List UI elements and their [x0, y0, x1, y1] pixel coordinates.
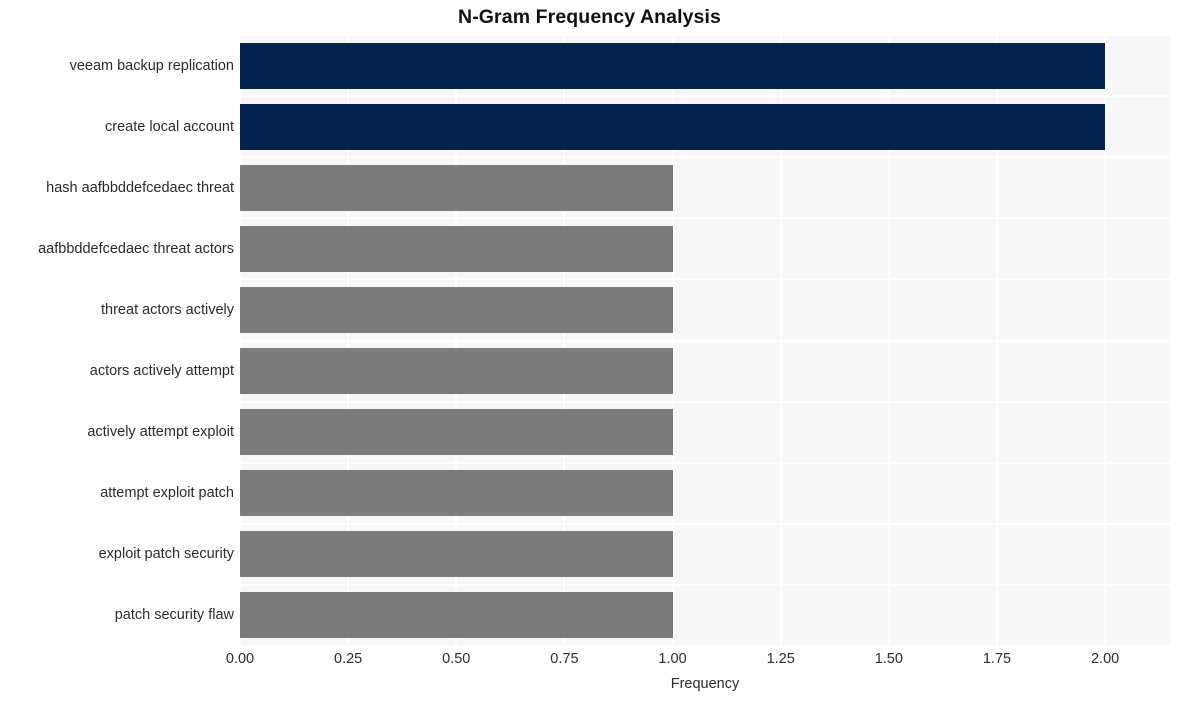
y-tick-label: exploit patch security: [98, 546, 234, 563]
x-axis-tick-labels: 0.00 0.25 0.50 0.75 1.00 1.25 1.50 1.75 2.00: [226, 651, 1170, 672]
y-tick-label: veeam backup replication: [69, 57, 234, 74]
plot-area: [239, 34, 1170, 647]
x-tick-label: 1.75: [982, 651, 1012, 667]
y-tick-label: actively attempt exploit: [87, 424, 234, 441]
x-tick-label: 0.75: [550, 651, 579, 667]
y-tick-label: hash aafbbddefcedaec threat: [46, 179, 234, 196]
bar: [240, 348, 673, 395]
bar: [240, 592, 673, 639]
bar: [240, 470, 673, 517]
bar: [240, 531, 673, 578]
bar: [240, 164, 673, 211]
y-tick-label: attempt exploit patch: [100, 485, 234, 502]
y-tick-label: threat actors actively: [101, 301, 234, 318]
x-axis-title: Frequency: [670, 676, 740, 692]
y-tick-label: actors actively attempt: [89, 363, 234, 380]
y-tick-label: aafbbddefcedaec threat actors: [38, 240, 234, 257]
bar: [240, 42, 1106, 89]
x-tick-label: 2.00: [1090, 651, 1120, 667]
x-tick-label: 1.00: [658, 651, 687, 667]
bar: [240, 409, 673, 456]
x-tick-label: 0.00: [225, 651, 255, 667]
chart-title: N-Gram Frequency Analysis: [458, 6, 721, 28]
bar: [240, 225, 673, 272]
bar-series: [240, 35, 1170, 646]
chart-figure: N-Gram Frequency Analysis veeam backup r…: [0, 0, 1179, 701]
x-tick-label: 1.50: [874, 651, 903, 667]
bar: [240, 103, 1106, 150]
y-tick-label: patch security flaw: [114, 607, 234, 624]
x-tick-label: 1.25: [766, 651, 795, 667]
x-tick-label: 0.50: [442, 651, 471, 667]
y-tick-label: create local account: [105, 118, 234, 135]
y-axis-tick-labels: veeam backup replication create local acc…: [0, 35, 234, 646]
bar: [240, 286, 673, 333]
x-tick-label: 0.25: [334, 651, 363, 667]
